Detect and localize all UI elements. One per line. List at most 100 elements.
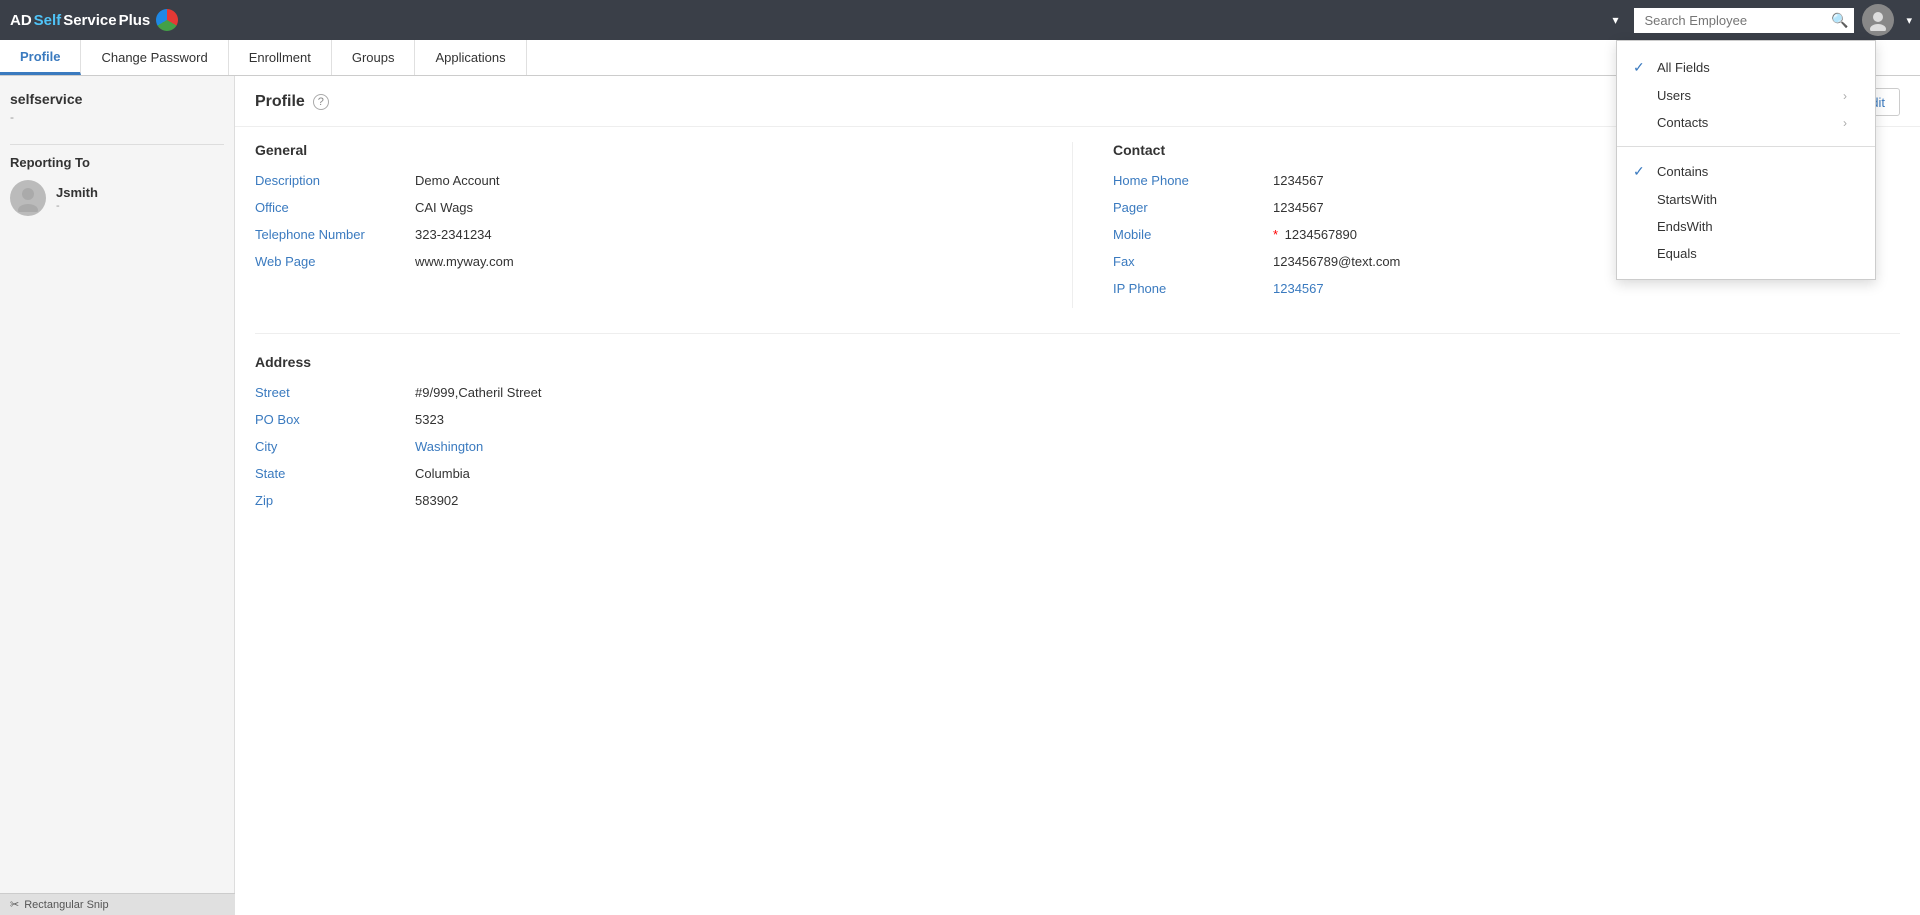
field-row: Web Pagewww.myway.com [255, 254, 1042, 269]
field-row: IP Phone1234567 [1113, 281, 1900, 296]
dropdown-field-item[interactable]: ✓ All Fields [1617, 53, 1875, 82]
search-box-wrapper: 🔍 [1634, 8, 1854, 33]
snip-bar: ✂ Rectangular Snip [0, 893, 235, 915]
dropdown-filter-item[interactable]: ✓ Contains [1617, 157, 1875, 186]
logo-plus: Plus [119, 12, 151, 29]
field-value: Columbia [415, 466, 470, 481]
reporting-to-label: Reporting To [10, 155, 224, 170]
dropdown-filter-label: EndsWith [1657, 219, 1713, 234]
field-label: PO Box [255, 412, 415, 427]
field-row: Zip583902 [255, 493, 1900, 508]
reporting-info: Jsmith - [56, 185, 98, 212]
logo-ad: AD [10, 12, 32, 29]
required-dot: * [1273, 227, 1282, 242]
field-label: Street [255, 385, 415, 400]
sidebar-divider-top [10, 144, 224, 145]
field-label: City [255, 439, 415, 454]
check-icon: ✓ [1633, 59, 1649, 76]
field-row: DescriptionDemo Account [255, 173, 1042, 188]
tab-change-password[interactable]: Change Password [81, 40, 228, 75]
sidebar-username: selfservice [10, 91, 224, 107]
dropdown-filter-item[interactable]: Equals [1617, 240, 1875, 267]
search-input[interactable] [1634, 8, 1854, 33]
field-label: Telephone Number [255, 227, 415, 242]
profile-title-row: Profile ? [255, 93, 329, 111]
logo-self: Self [34, 12, 62, 29]
field-value: Washington [415, 439, 483, 454]
help-icon[interactable]: ? [313, 94, 329, 110]
field-value: 5323 [415, 412, 444, 427]
check-icon: ✓ [1633, 163, 1649, 180]
dropdown-field-item[interactable]: Users › [1617, 82, 1875, 109]
field-value: #9/999,Catheril Street [415, 385, 541, 400]
reporting-avatar-icon [14, 184, 42, 212]
filter-options-group: ✓ Contains StartsWith EndsWith Equals [1617, 153, 1875, 271]
logo-service: Service [63, 12, 116, 29]
sidebar: selfservice - Reporting To Jsmith - [0, 76, 235, 915]
field-row: CityWashington [255, 439, 1900, 454]
dropdown-filter-label: Equals [1657, 246, 1697, 261]
field-label: Fax [1113, 254, 1273, 269]
general-title: General [255, 142, 1042, 158]
dropdown-item-label: Users [1657, 88, 1691, 103]
general-fields: DescriptionDemo AccountOfficeCAI WagsTel… [255, 173, 1042, 269]
field-value: www.myway.com [415, 254, 514, 269]
snip-icon: ✂ [10, 898, 19, 911]
user-caret[interactable]: ▾ [1906, 14, 1912, 27]
tab-applications[interactable]: Applications [415, 40, 526, 75]
search-field-toggle[interactable]: ▾ [1604, 13, 1626, 27]
field-value: 583902 [415, 493, 458, 508]
nav-search-area: ▾ 🔍 ▾ [1604, 4, 1920, 36]
chevron-right-icon: › [1843, 116, 1859, 130]
search-dropdown-panel: ✓All FieldsUsers›Contacts› ✓ContainsStar… [1616, 40, 1876, 280]
field-label: Mobile [1113, 227, 1273, 242]
field-label: Zip [255, 493, 415, 508]
reporting-sub: - [56, 200, 98, 212]
field-value: Demo Account [415, 173, 500, 188]
chevron-right-icon: › [1843, 89, 1859, 103]
address-fields: Street#9/999,Catheril StreetPO Box5323Ci… [255, 385, 1900, 508]
reporting-name: Jsmith [56, 185, 98, 200]
field-value: 323-2341234 [415, 227, 492, 242]
dropdown-field-item[interactable]: Contacts› [1617, 109, 1875, 136]
field-row: PO Box5323 [255, 412, 1900, 427]
sidebar-resize-handle[interactable] [229, 76, 234, 915]
tab-enrollment[interactable]: Enrollment [229, 40, 332, 75]
field-row: Street#9/999,Catheril Street [255, 385, 1900, 400]
address-title: Address [255, 354, 1900, 370]
field-value: 1234567 [1273, 200, 1324, 215]
tab-profile[interactable]: Profile [0, 40, 81, 75]
field-value: 1234567 [1273, 173, 1324, 188]
tab-groups[interactable]: Groups [332, 40, 416, 75]
dropdown-triangle: ▾ [1612, 13, 1618, 27]
logo-icon [156, 9, 178, 31]
field-value: 123456789@text.com [1273, 254, 1400, 269]
sidebar-dash: - [10, 110, 224, 124]
general-section: General DescriptionDemo AccountOfficeCAI… [255, 142, 1073, 308]
dropdown-filter-item[interactable]: StartsWith [1617, 186, 1875, 213]
field-value: 1234567 [1273, 281, 1324, 296]
field-value: * 1234567890 [1273, 227, 1357, 242]
user-avatar-btn[interactable] [1862, 4, 1894, 36]
field-label: State [255, 466, 415, 481]
search-icon-btn[interactable]: 🔍 [1831, 12, 1848, 29]
address-section: Address Street#9/999,Catheril StreetPO B… [235, 344, 1920, 540]
field-label: IP Phone [1113, 281, 1273, 296]
dropdown-item-label: All Fields [1657, 60, 1710, 75]
profile-title: Profile [255, 93, 305, 111]
dropdown-separator [1617, 146, 1875, 147]
field-label: Office [255, 200, 415, 215]
dropdown-filter-label: Contains [1657, 164, 1708, 179]
dropdown-filter-item[interactable]: EndsWith [1617, 213, 1875, 240]
top-nav: ADSelfService Plus ▾ 🔍 ▾ [0, 0, 1920, 40]
field-label: Home Phone [1113, 173, 1273, 188]
reporting-person: Jsmith - [10, 180, 224, 216]
field-row: Telephone Number323-2341234 [255, 227, 1042, 242]
field-options-group: ✓All FieldsUsers›Contacts› [1617, 49, 1875, 140]
section-divider [255, 333, 1900, 334]
app-logo: ADSelfService Plus [10, 9, 178, 31]
field-row: StateColumbia [255, 466, 1900, 481]
field-value: CAI Wags [415, 200, 473, 215]
field-label: Description [255, 173, 415, 188]
field-label: Web Page [255, 254, 415, 269]
